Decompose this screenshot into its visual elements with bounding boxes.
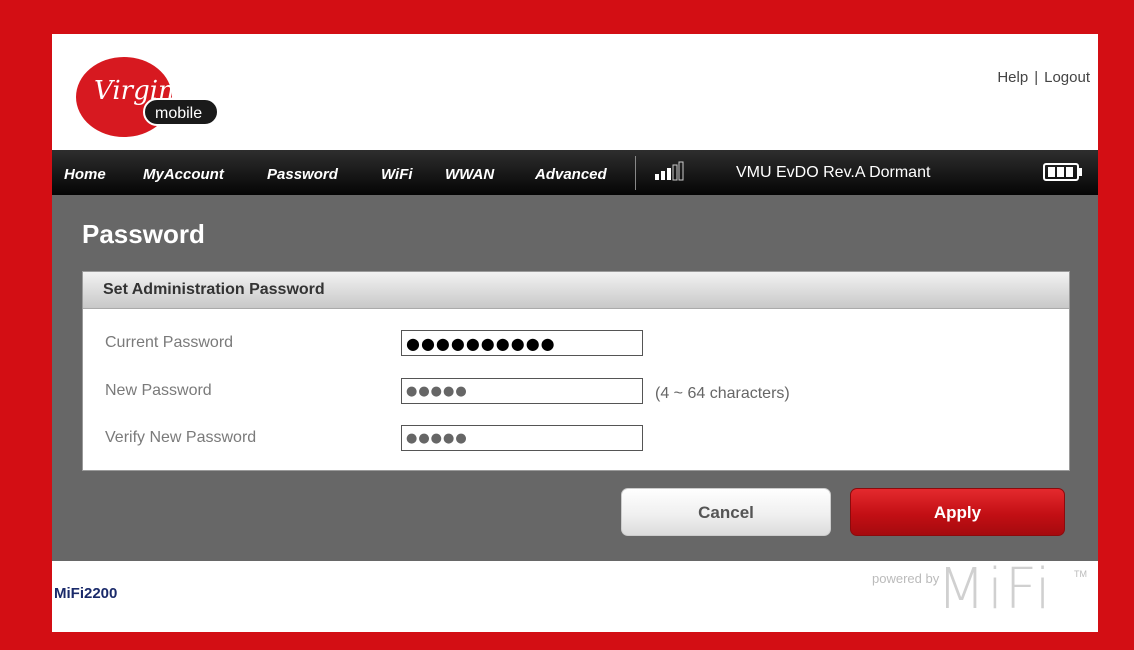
nav-myaccount[interactable]: MyAccount [143, 166, 224, 183]
new-password-input[interactable]: ●●●●● [401, 378, 643, 404]
virgin-mobile-logo: Virgin mobile [74, 55, 224, 139]
border-left [0, 0, 52, 650]
verify-password-input[interactable]: ●●●●● [401, 425, 643, 451]
top-links: Help | Logout [997, 69, 1090, 86]
nav-divider [635, 156, 636, 190]
nav-bar: Home MyAccount Password WiFi WWAN Advanc… [52, 150, 1098, 195]
panel-title: Set Administration Password [103, 281, 325, 298]
main-content: Password Set Administration Password Cur… [52, 195, 1098, 561]
cancel-button[interactable]: Cancel [621, 488, 831, 536]
link-separator: | [1034, 69, 1039, 86]
border-bottom [0, 632, 1134, 650]
device-model: MiFi2200 [54, 585, 118, 602]
nav-password[interactable]: Password [267, 166, 338, 183]
current-password-input[interactable]: ●●●●●●●●●● [401, 330, 643, 356]
password-panel: Set Administration Password Current Pass… [82, 271, 1070, 471]
header: Virgin mobile Help | Logout [52, 34, 1098, 150]
border-right [1098, 0, 1134, 650]
connection-status: VMU EvDO Rev.A Dormant [736, 164, 931, 181]
nav-home[interactable]: Home [64, 166, 106, 183]
mifi-logo: MiFi [937, 557, 1053, 622]
page-title: Password [82, 219, 205, 249]
border-top [0, 0, 1134, 34]
app-frame: Virgin mobile Help | Logout Home MyAccount… [0, 0, 1134, 650]
nav-wwan[interactable]: WWAN [445, 166, 494, 183]
current-password-label: Current Password [105, 334, 234, 351]
svg-text:mobile: mobile [155, 105, 202, 122]
logout-link[interactable]: Logout [1044, 69, 1090, 86]
new-password-label: New Password [105, 382, 212, 399]
battery-icon [1043, 161, 1083, 183]
trademark-mark: TM [1074, 569, 1087, 579]
powered-by-text: powered by [872, 571, 940, 586]
password-length-hint: (4 ~ 64 characters) [655, 385, 790, 402]
verify-password-label: Verify New Password [105, 429, 257, 446]
footer: MiFi2200 powered by MiFi TM [52, 557, 1098, 632]
panel-header: Set Administration Password [83, 272, 1069, 309]
nav-wifi[interactable]: WiFi [381, 166, 413, 183]
nav-advanced[interactable]: Advanced [535, 166, 607, 183]
apply-button[interactable]: Apply [850, 488, 1065, 536]
help-link[interactable]: Help [997, 69, 1028, 86]
signal-strength-icon [655, 161, 695, 181]
